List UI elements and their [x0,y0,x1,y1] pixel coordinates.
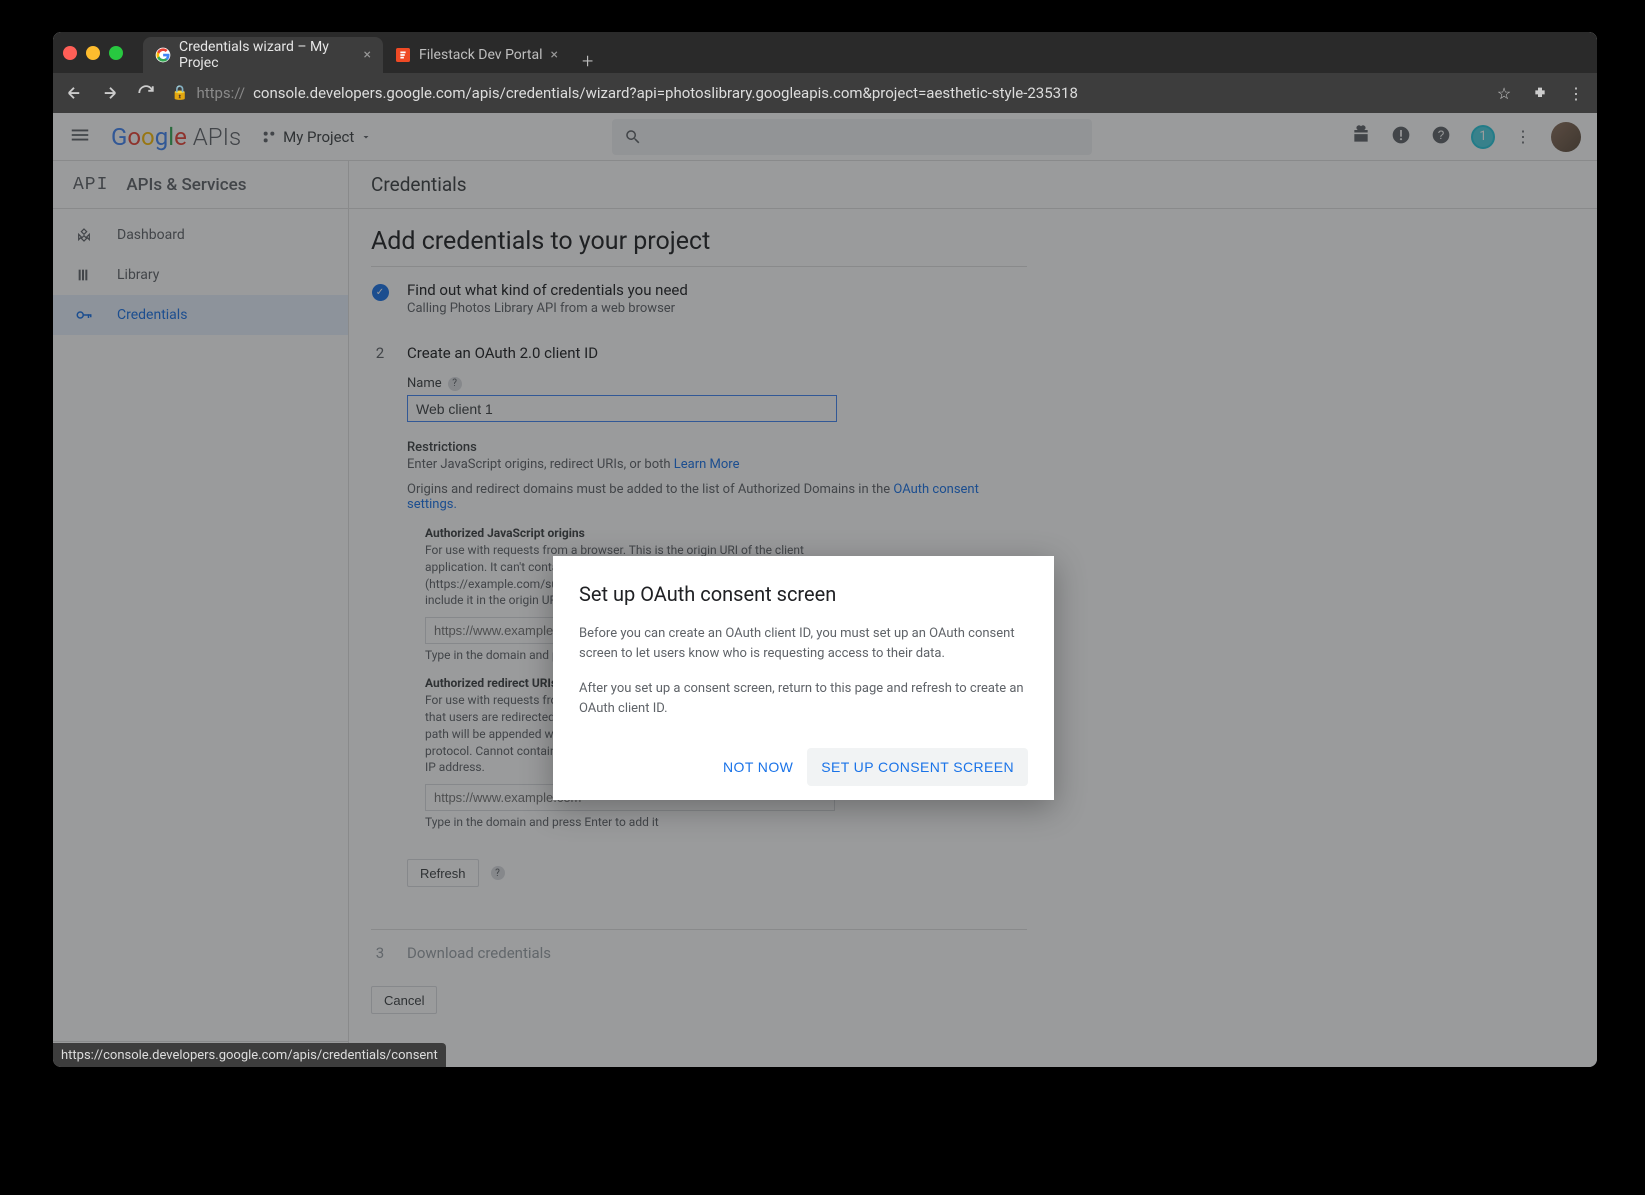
forward-icon[interactable] [99,82,121,104]
tab-inactive[interactable]: Filestack Dev Portal × [383,37,570,73]
browser-titlebar: Credentials wizard – My Projec × Filesta… [53,32,1597,73]
star-icon[interactable]: ☆ [1493,82,1515,104]
close-window[interactable] [63,46,77,60]
tab-close-icon[interactable]: × [364,47,371,63]
modal-p1: Before you can create an OAuth client ID… [579,624,1028,663]
status-bar: https://console.developers.google.com/ap… [53,1043,446,1067]
consent-modal: Set up OAuth consent screen Before you c… [553,556,1054,800]
setup-consent-button[interactable]: SET UP CONSENT SCREEN [807,748,1028,786]
favicon-google [155,47,171,63]
window-controls [63,46,123,60]
modal-p2: After you set up a consent screen, retur… [579,679,1028,718]
browser-tabs: Credentials wizard – My Projec × Filesta… [143,32,605,73]
minimize-window[interactable] [86,46,100,60]
tab-title: Filestack Dev Portal [419,47,542,63]
url-field[interactable]: 🔒 https:// console.developers.google.com/… [171,84,1479,102]
new-tab-button[interactable]: + [570,49,605,73]
extensions-icon[interactable] [1529,82,1551,104]
not-now-button[interactable]: NOT NOW [709,748,807,786]
tab-title: Credentials wizard – My Projec [179,39,356,71]
tab-close-icon[interactable]: × [550,47,557,63]
app-viewport: Google APIs My Project ? 1 ⋮ [53,113,1597,1067]
address-bar: 🔒 https:// console.developers.google.com/… [53,73,1597,113]
menu-icon[interactable]: ⋮ [1565,82,1587,104]
url-prefix: https:// [196,84,245,102]
modal-title: Set up OAuth consent screen [579,582,1028,606]
maximize-window[interactable] [109,46,123,60]
back-icon[interactable] [63,82,85,104]
lock-icon: 🔒 [171,85,188,101]
reload-icon[interactable] [135,82,157,104]
tab-active[interactable]: Credentials wizard – My Projec × [143,37,383,73]
favicon-filestack [395,47,411,63]
url-text: console.developers.google.com/apis/crede… [253,84,1078,102]
